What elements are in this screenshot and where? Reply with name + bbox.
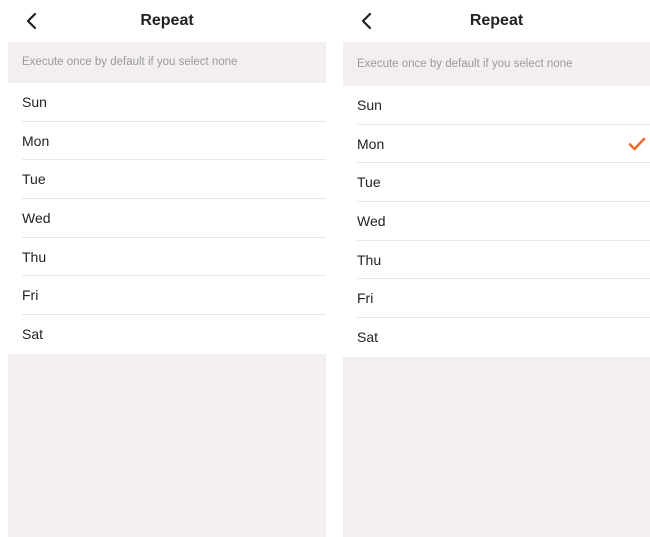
day-label: Sat [357,329,379,346]
day-label: Wed [357,212,386,229]
hint-text: Execute once by default if you select no… [8,42,326,83]
day-list: Sun Mon Tue Wed Thu Fri Sat [343,86,650,357]
day-item-fri[interactable]: Fri [357,279,650,319]
day-label: Tue [357,174,381,191]
day-label: Sun [357,96,382,113]
page-title: Repeat [140,12,194,29]
day-item-tue[interactable]: Tue [22,160,326,200]
day-item-wed[interactable]: Wed [22,199,326,238]
day-item-mon[interactable]: Mon [357,125,650,164]
day-label: Thu [357,251,382,268]
day-label: Mon [357,135,385,152]
day-label: Sun [22,93,47,110]
day-item-wed[interactable]: Wed [357,202,650,241]
day-item-tue[interactable]: Tue [357,163,650,203]
day-item-sun[interactable]: Sun [357,86,650,125]
day-item-sat[interactable]: Sat [357,318,650,357]
day-item-fri[interactable]: Fri [22,276,326,316]
day-list: Sun Mon Tue Wed Thu Fri Sat [8,83,326,354]
hint-text: Execute once by default if you select no… [343,42,650,86]
day-item-sun[interactable]: Sun [22,83,326,122]
day-label: Thu [22,248,47,265]
day-label: Sat [22,326,44,343]
header: Repeat [8,0,326,42]
day-label: Tue [22,171,46,188]
header: Repeat [343,0,650,42]
repeat-screen-left: Repeat Execute once by default if you se… [8,0,326,537]
day-item-sat[interactable]: Sat [22,315,326,354]
page-title: Repeat [469,12,524,29]
day-label: Fri [22,287,39,304]
day-item-mon[interactable]: Mon [22,122,326,161]
repeat-screen-right: Repeat Execute once by default if you se… [343,0,650,537]
day-item-thu[interactable]: Thu [22,238,326,277]
checkmark-icon [628,137,646,150]
day-label: Mon [22,132,50,149]
day-label: Fri [357,290,374,307]
day-item-thu[interactable]: Thu [357,241,650,280]
day-label: Wed [22,209,51,226]
